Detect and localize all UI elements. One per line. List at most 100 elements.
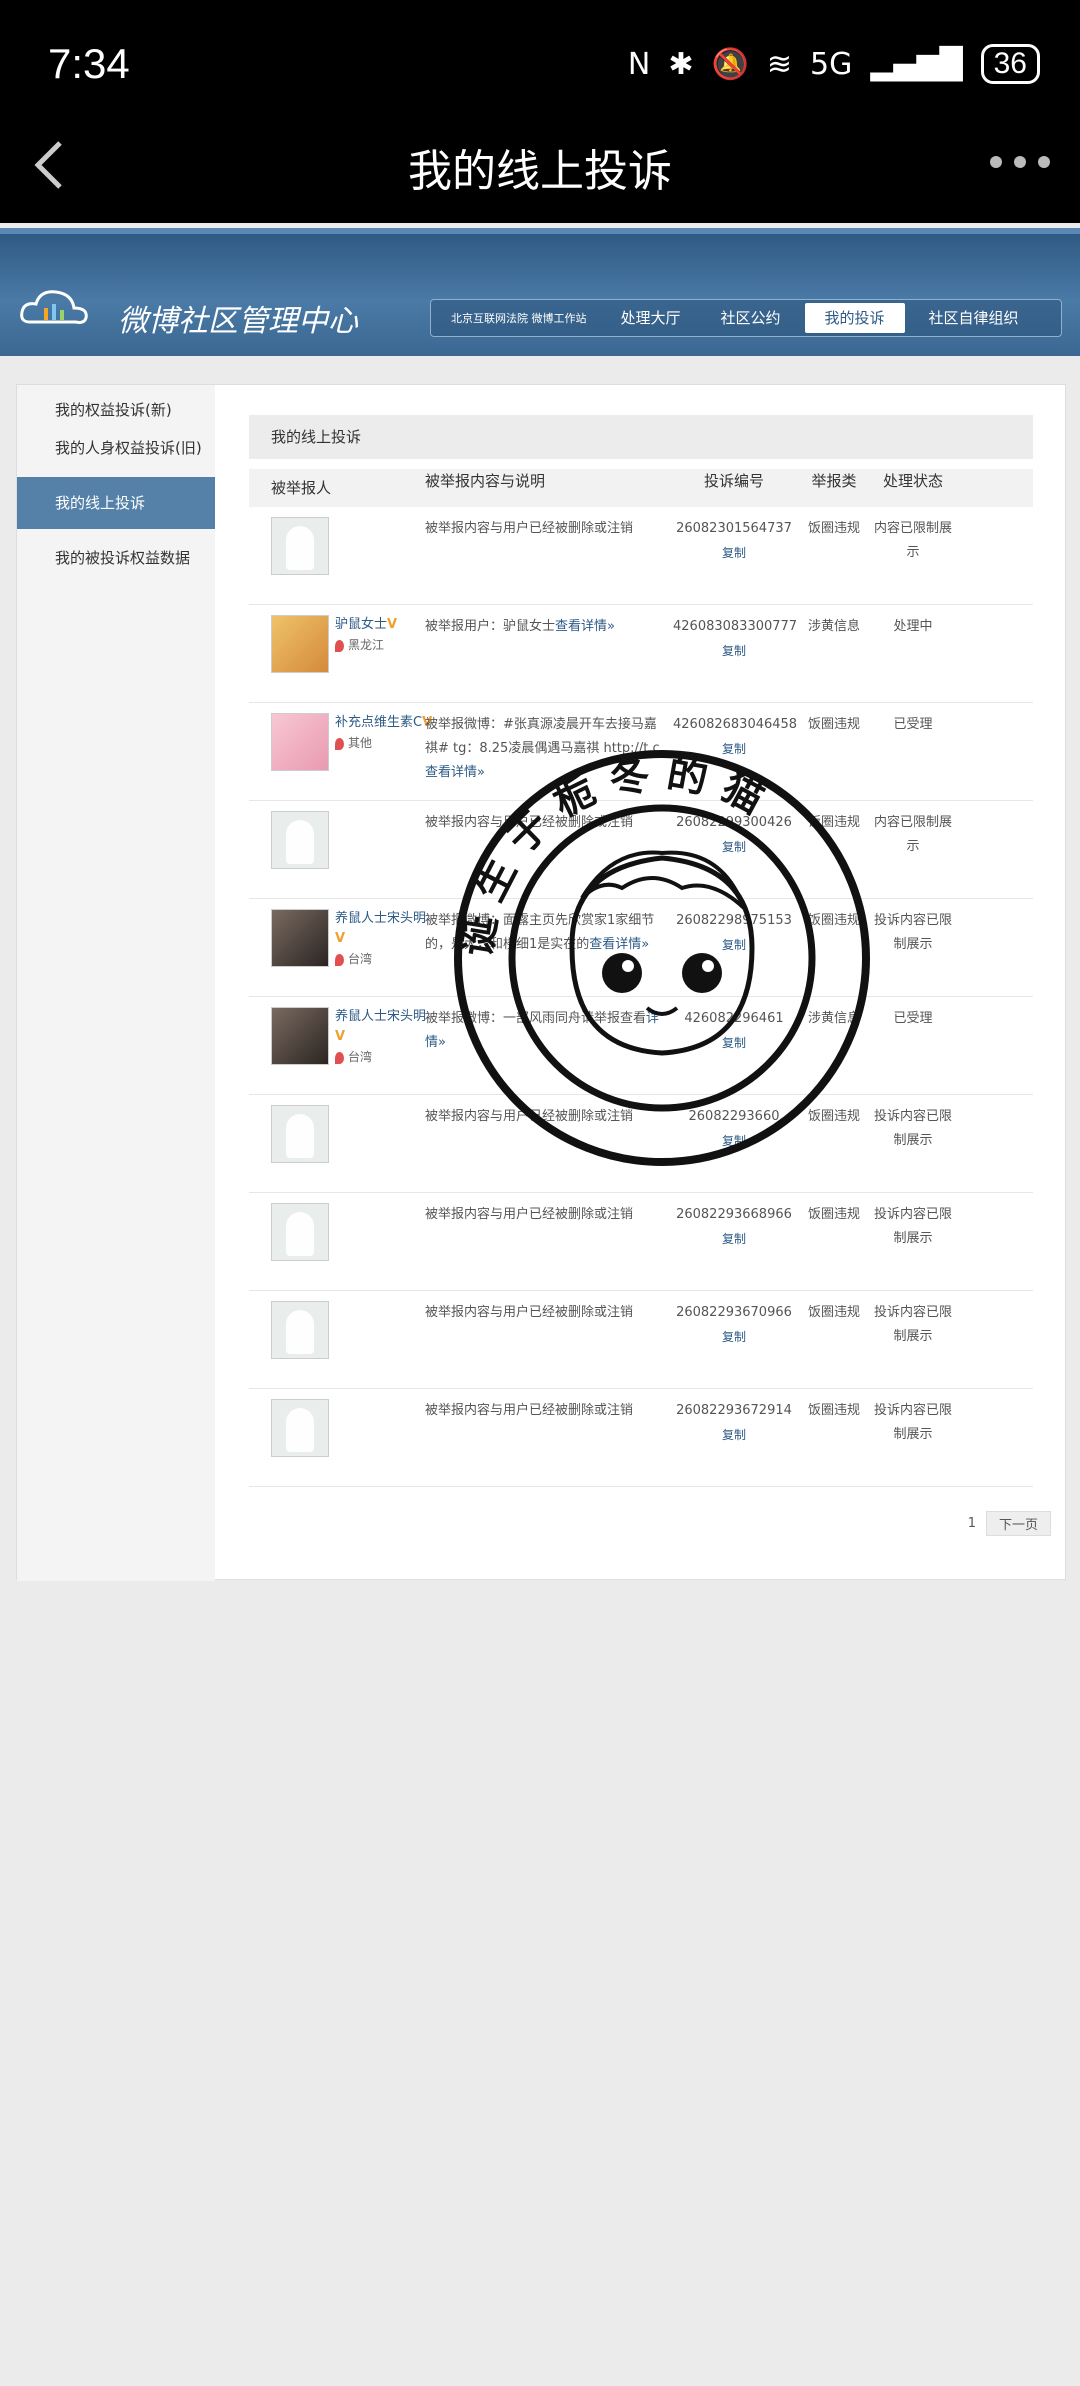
number-cell: 26082293670966 复制 xyxy=(673,1301,795,1388)
reported-user-cell xyxy=(249,1105,425,1192)
bluetooth-icon: ✱ xyxy=(668,46,694,82)
location-pin-icon xyxy=(335,737,344,750)
complaint-number: 26082293668966 xyxy=(676,1207,792,1222)
copy-button[interactable]: 复制 xyxy=(673,835,795,859)
copy-button[interactable]: 复制 xyxy=(673,1129,795,1153)
reported-user-info: 补充点维生素CV 其他 xyxy=(335,713,432,800)
page-number[interactable]: 1 xyxy=(968,1516,976,1531)
content-cell: 被举报内容与用户已经被删除或注销 xyxy=(425,1203,673,1290)
reported-user-info: 养鼠人士宋头明 V 台湾 xyxy=(335,909,426,996)
avatar[interactable] xyxy=(271,1105,329,1163)
complaint-type: 涉黄信息 xyxy=(807,1011,860,1026)
reported-user-cell xyxy=(249,1399,425,1486)
table-row: 被举报内容与用户已经被删除或注销 26082299300426 复制 饭圈违规 内容已限… xyxy=(249,801,1033,899)
copy-button[interactable]: 复制 xyxy=(673,737,795,761)
complaint-content: 被举报微博：#张真源凌晨开车去接马嘉祺# tg：8.25凌晨偶遇马嘉祺 http… xyxy=(425,717,660,756)
number-cell: 26082298975153 复制 xyxy=(673,909,795,996)
complaint-status: 内容已限制展示 xyxy=(873,815,952,854)
site-name: 微博社区管理中心 xyxy=(118,304,358,339)
nav-item-court[interactable]: 北京互联网法院 微博工作站 xyxy=(431,312,601,325)
sidebar-item-personal-rights-old[interactable]: 我的人身权益投诉(旧) xyxy=(17,429,215,467)
content-cell: 被举报内容与用户已经被删除或注销 xyxy=(425,1105,673,1192)
copy-button[interactable]: 复制 xyxy=(673,1227,795,1251)
avatar[interactable] xyxy=(271,1203,329,1261)
avatar[interactable] xyxy=(271,713,329,771)
nfc-icon: N xyxy=(627,46,651,82)
status-time: 7:34 xyxy=(48,40,130,87)
next-page-button[interactable]: 下一页 xyxy=(985,1511,1051,1536)
complaint-content: 被举报内容与用户已经被删除或注销 xyxy=(425,815,634,830)
copy-button[interactable]: 复制 xyxy=(673,933,795,957)
copy-button[interactable]: 复制 xyxy=(673,639,795,663)
complaint-number: 26082293670966 xyxy=(676,1305,792,1320)
wifi-icon: ≋ xyxy=(766,46,792,82)
avatar[interactable] xyxy=(271,517,329,575)
avatar[interactable] xyxy=(271,909,329,967)
column-header-content: 被举报内容与说明 xyxy=(425,472,546,490)
table-row: 被举报内容与用户已经被删除或注销 26082293670966 复制 饭圈违规 投诉内容… xyxy=(249,1291,1033,1389)
network-label: 5G xyxy=(809,46,853,82)
reported-user-name[interactable]: 补充点维生素C xyxy=(335,715,422,730)
column-header-type: 举报类 xyxy=(811,472,857,490)
reported-user-name[interactable]: 养鼠人士宋头明 xyxy=(335,1009,426,1024)
sidebar-item-online-complaints[interactable]: 我的线上投诉 xyxy=(17,477,215,529)
reported-user-info: 驴鼠女士V 黑龙江 xyxy=(335,615,397,702)
mute-icon: 🔕 xyxy=(711,46,749,82)
number-cell: 26082301564737 复制 xyxy=(673,517,795,604)
content-cell: 被举报内容与用户已经被删除或注销 xyxy=(425,811,673,898)
sidebar-item-rights-new[interactable]: 我的权益投诉(新) xyxy=(17,391,215,429)
copy-button[interactable]: 复制 xyxy=(673,541,795,565)
content-cell: 被举报微博：#张真源凌晨开车去接马嘉祺# tg：8.25凌晨偶遇马嘉祺 http… xyxy=(425,713,673,800)
view-details-link[interactable]: 查看详情» xyxy=(555,619,615,634)
view-details-link[interactable]: 查看详情» xyxy=(589,937,649,952)
complaint-number: 426082296461 xyxy=(684,1011,784,1026)
complaint-type: 饭圈违规 xyxy=(807,913,860,928)
more-menu-icon[interactable] xyxy=(990,147,1054,177)
number-cell: 26082293668966 复制 xyxy=(673,1203,795,1290)
avatar[interactable] xyxy=(271,811,329,869)
complaint-status: 已受理 xyxy=(893,717,933,732)
complaint-type: 饭圈违规 xyxy=(807,717,860,732)
sidebar: 我的权益投诉(新) 我的人身权益投诉(旧) 我的线上投诉 我的被投诉权益数据 xyxy=(17,385,215,1581)
complaint-content: 被举报内容与用户已经被删除或注销 xyxy=(425,1305,634,1320)
nav-item-my-complaints[interactable]: 我的投诉 xyxy=(804,303,905,333)
content-cell: 被举报用户：驴鼠女士查看详情» xyxy=(425,615,673,702)
table-row: 被举报内容与用户已经被删除或注销 26082293672914 复制 饭圈违规 投诉内容… xyxy=(249,1389,1033,1487)
complaint-status: 投诉内容已限制展示 xyxy=(873,1305,952,1344)
table-row: 补充点维生素CV 其他 被举报微博：#张真源凌晨开车去接马嘉祺# tg：8.25凌晨… xyxy=(249,703,1033,801)
location-pin-icon xyxy=(335,953,344,966)
reported-user-name[interactable]: 驴鼠女士 xyxy=(335,617,387,632)
reported-user-cell xyxy=(249,1301,425,1388)
copy-button[interactable]: 复制 xyxy=(673,1325,795,1349)
avatar[interactable] xyxy=(271,615,329,673)
nav-item-self-discipline[interactable]: 社区自律组织 xyxy=(909,303,1039,333)
copy-button[interactable]: 复制 xyxy=(673,1423,795,1447)
table-row: 养鼠人士宋头明 V 台湾 被举报微博：面露主页先欣赏家1家细节的，是大，和楼细1是实在… xyxy=(249,899,1033,997)
complaint-type: 涉黄信息 xyxy=(807,619,860,634)
content-cell: 被举报微博：面露主页先欣赏家1家细节的，是大，和楼细1是实在的查看详情» xyxy=(425,909,673,996)
avatar[interactable] xyxy=(271,1301,329,1359)
verified-icon: V xyxy=(335,1029,346,1044)
status-icons: N ✱ 🔕 ≋ 5G ▂▄▆█ 36 xyxy=(628,44,1040,84)
column-header-status: 处理状态 xyxy=(882,472,943,490)
weibo-cloud-logo-icon xyxy=(20,290,88,324)
verified-icon: V xyxy=(387,617,398,632)
complaint-status: 内容已限制展示 xyxy=(873,521,952,560)
nav-item-convention[interactable]: 社区公约 xyxy=(701,303,801,333)
reported-user-info: 养鼠人士宋头明 V 台湾 xyxy=(335,1007,426,1094)
nav-item-hall[interactable]: 处理大厅 xyxy=(601,303,701,333)
site-header: 微博社区管理中心 北京互联网法院 微博工作站 处理大厅 社区公约 我的投诉 社区… xyxy=(0,228,1080,356)
number-cell: 26082293660 复制 xyxy=(673,1105,795,1192)
reported-user-name[interactable]: 养鼠人士宋头明 xyxy=(335,911,426,926)
reported-user-cell xyxy=(249,1203,425,1290)
table-row: 养鼠人士宋头明V 台湾 被举报微博：一部风雨同舟请举报查看详情» 4260822964… xyxy=(249,997,1033,1095)
copy-button[interactable]: 复制 xyxy=(673,1031,795,1055)
complaint-content: 被举报微博：一部风雨同舟请举报查看 xyxy=(425,1011,647,1026)
view-details-link[interactable]: 查看详情» xyxy=(425,765,485,780)
section-heading: 我的线上投诉 xyxy=(249,415,1033,459)
sidebar-item-complained-data[interactable]: 我的被投诉权益数据 xyxy=(17,539,215,577)
avatar[interactable] xyxy=(271,1399,329,1457)
column-header-reported: 被举报人 xyxy=(271,479,332,497)
avatar[interactable] xyxy=(271,1007,329,1065)
content-cell: 被举报微博：一部风雨同舟请举报查看详情» xyxy=(425,1007,673,1094)
